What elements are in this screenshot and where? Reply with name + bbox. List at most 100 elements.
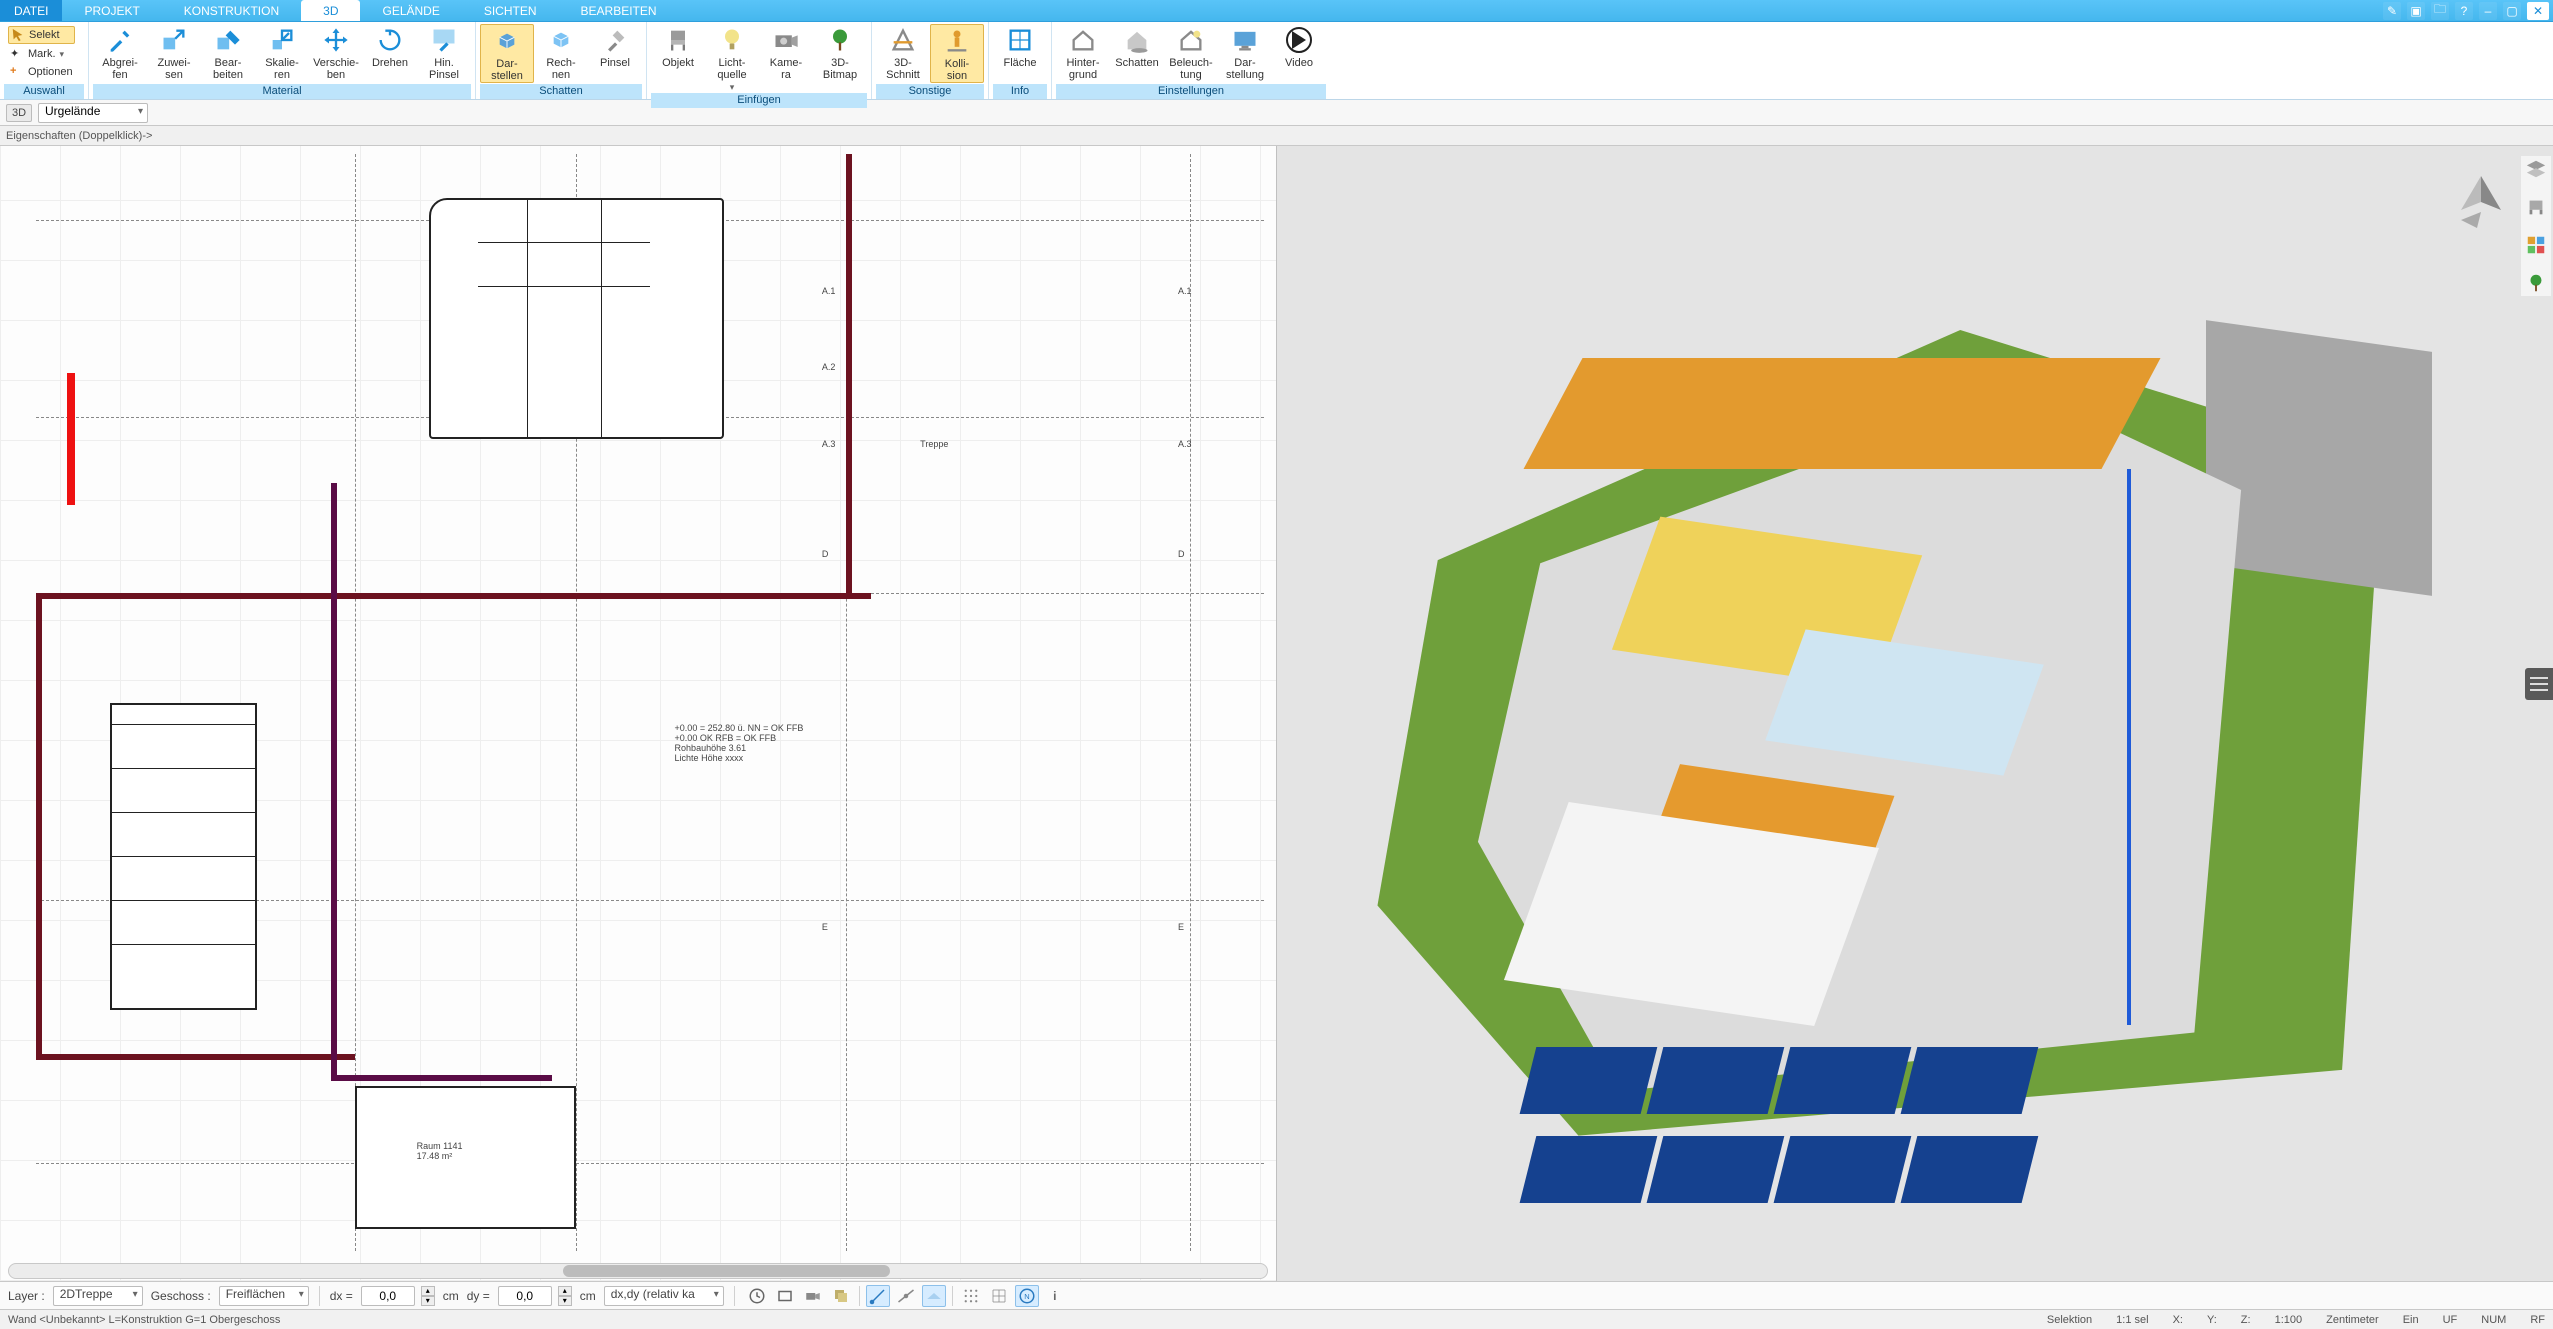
drehen-button[interactable]: Drehen [363, 24, 417, 69]
property-bar[interactable]: Eigenschaften (Doppelklick)-> [0, 126, 2553, 146]
selekt-button[interactable]: Selekt [8, 26, 75, 44]
plan-2d-panel[interactable]: A.1 A.2 A.3 A.1 A.3 D D E E Treppe +0.00… [0, 146, 1277, 1281]
mark-button[interactable]: ✦ Mark. ▾ [8, 46, 75, 62]
clock-icon[interactable] [745, 1285, 769, 1307]
cursor-icon [11, 28, 25, 42]
frame-icon[interactable] [773, 1285, 797, 1307]
view-3d-panel[interactable] [1277, 146, 2553, 1281]
hintergrund-button[interactable]: Hinter- grund [1056, 24, 1110, 81]
kollision-button[interactable]: Kolli- sion [930, 24, 984, 83]
bearbeiten-button[interactable]: Bear- beiten [201, 24, 255, 81]
snap-endpoint-icon[interactable] [866, 1285, 890, 1307]
terrain-combo[interactable]: Urgelände [38, 103, 148, 123]
dy-input[interactable] [498, 1286, 552, 1306]
scrollbar-thumb[interactable] [563, 1265, 890, 1277]
minimize-doc-icon[interactable]: – [2479, 2, 2497, 20]
pencil-icon[interactable]: ✎ [2383, 2, 2401, 20]
status-unit: Zentimeter [2326, 1314, 2379, 1326]
coord-mode-combo[interactable]: dx,dy (relativ ka [604, 1286, 724, 1306]
optionen-button[interactable]: + Optionen [8, 64, 75, 80]
menu-datei[interactable]: DATEI [0, 0, 62, 21]
video-button[interactable]: Video [1272, 24, 1326, 69]
menu-projekt[interactable]: PROJEKT [62, 0, 161, 21]
verschieben-button[interactable]: Verschie- ben [309, 24, 363, 81]
menu-gelaende[interactable]: GELÄNDE [360, 0, 461, 21]
brush-bg-icon [430, 26, 458, 54]
snap-midpoint-icon[interactable] [894, 1285, 918, 1307]
skalieren-button[interactable]: Skalie- ren [255, 24, 309, 81]
hin-pinsel-button[interactable]: Hin. Pinsel [417, 24, 471, 81]
menu-konstruktion[interactable]: KONSTRUKTION [162, 0, 301, 21]
tag-dr: D [1178, 549, 1185, 559]
darstellen-button[interactable]: Dar- stellen [480, 24, 534, 83]
dx-down[interactable]: ▾ [421, 1296, 435, 1306]
menu-sichten[interactable]: SICHTEN [462, 0, 559, 21]
window-icon[interactable]: ▣ [2407, 2, 2425, 20]
menubar-spacer [679, 0, 2383, 21]
video-label: Video [1285, 57, 1313, 69]
house-light-icon [1177, 26, 1205, 54]
dx-label: dx = [330, 1289, 353, 1303]
beleuchtung-button[interactable]: Beleuch- tung [1164, 24, 1218, 81]
dx-input[interactable] [361, 1286, 415, 1306]
kamera-button[interactable]: Kame- ra [759, 24, 813, 81]
abgreifen-label: Abgrei- fen [102, 57, 137, 81]
grid-lines-icon[interactable] [987, 1285, 1011, 1307]
status-uf: UF [2443, 1314, 2458, 1326]
objekt-button[interactable]: Objekt [651, 24, 705, 69]
einst-darstellung-button[interactable]: Dar- stellung [1218, 24, 1272, 81]
ribbon-group-einstellungen: Hinter- grund Schatten Beleuch- tung Dar… [1051, 22, 1330, 99]
bitmap3d-button[interactable]: 3D- Bitmap [813, 24, 867, 81]
snap-plane-icon[interactable] [922, 1285, 946, 1307]
dy-down[interactable]: ▾ [558, 1296, 572, 1306]
plus-icon: + [10, 65, 24, 79]
geschoss-combo[interactable]: Freiflächen [219, 1286, 309, 1306]
tag-a1: A.1 [822, 286, 836, 296]
zuweisen-button[interactable]: Zuwei- sen [147, 24, 201, 81]
dy-up[interactable]: ▴ [558, 1286, 572, 1296]
work-area: A.1 A.2 A.3 A.1 A.3 D D E E Treppe +0.00… [0, 146, 2553, 1281]
folder-icon[interactable]: 🗀 [2431, 2, 2449, 20]
status-left: Wand <Unbekannt> L=Konstruktion G=1 Ober… [8, 1314, 2023, 1326]
optionen-label: Optionen [28, 66, 73, 78]
mark-label: Mark. [28, 48, 56, 60]
einst-schatten-button[interactable]: Schatten [1110, 24, 1164, 69]
ribbon-group-sonstige: 3D- Schnitt Kolli- sion Sonstige [871, 22, 988, 99]
camera2-icon[interactable] [801, 1285, 825, 1307]
group-schatten-label: Schatten [480, 84, 642, 99]
pinsel-button[interactable]: Pinsel [588, 24, 642, 69]
rechnen-button[interactable]: Rech- nen [534, 24, 588, 81]
subbar: 3D Urgelände [0, 100, 2553, 126]
menubar-right: ✎ ▣ 🗀 ? – ▢ ✕ [2383, 0, 2553, 21]
right-panel-handle[interactable] [2525, 668, 2553, 700]
flaeche-button[interactable]: Fläche [993, 24, 1047, 69]
north-icon[interactable]: N [1015, 1285, 1039, 1307]
close-doc-icon[interactable]: ✕ [2527, 2, 2549, 20]
lichtquelle-button[interactable]: Licht- quelle ▾ [705, 24, 759, 93]
menu-bearbeiten[interactable]: BEARBEITEN [559, 0, 679, 21]
dx-up[interactable]: ▴ [421, 1286, 435, 1296]
schnitt3d-button[interactable]: 3D- Schnitt [876, 24, 930, 81]
grid-dots-icon[interactable] [959, 1285, 983, 1307]
orientation-compass[interactable] [2441, 170, 2521, 250]
group-sonstige-label: Sonstige [876, 84, 984, 99]
tree-side-icon[interactable] [2523, 270, 2549, 296]
furniture-icon[interactable] [2523, 194, 2549, 220]
layer-combo[interactable]: 2DTreppe [53, 1286, 143, 1306]
ribbon-group-schatten: Dar- stellen Rech- nen Pinsel Schatten [475, 22, 646, 99]
ribbon-group-auswahl: Selekt ✦ Mark. ▾ + Optionen Auswahl [0, 22, 88, 99]
help-icon[interactable]: ? [2455, 2, 2473, 20]
lichtquelle-label: Licht- quelle [717, 57, 746, 81]
menu-3d[interactable]: 3D [301, 0, 360, 21]
info-icon[interactable]: i [1043, 1285, 1067, 1307]
stack-icon[interactable] [829, 1285, 853, 1307]
kollision-label: Kolli- sion [945, 58, 969, 82]
restore-doc-icon[interactable]: ▢ [2503, 2, 2521, 20]
abgreifen-button[interactable]: Abgrei- fen [93, 24, 147, 81]
window-row-2 [1520, 1136, 2039, 1203]
plan-horizontal-scrollbar[interactable] [8, 1263, 1268, 1279]
view-badge-3d[interactable]: 3D [6, 104, 32, 122]
drehen-label: Drehen [372, 57, 408, 69]
layers-icon[interactable] [2523, 156, 2549, 182]
palette-icon[interactable] [2523, 232, 2549, 258]
